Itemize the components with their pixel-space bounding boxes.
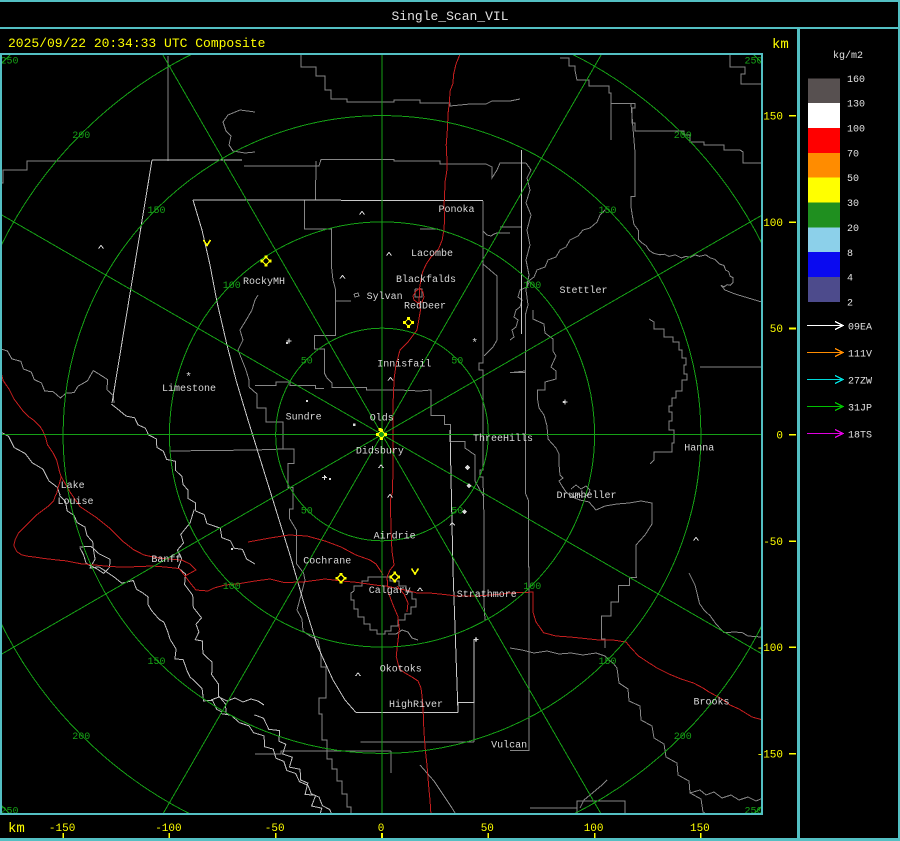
svg-text:200: 200 [72, 131, 90, 142]
svg-text:-150: -150 [757, 749, 783, 761]
svg-text:27ZW: 27ZW [848, 377, 872, 388]
svg-text:31JP: 31JP [848, 404, 872, 415]
svg-text:100: 100 [584, 823, 604, 835]
svg-text:50: 50 [301, 356, 313, 367]
svg-text:ThreeHills: ThreeHills [473, 433, 533, 445]
svg-text:70: 70 [847, 149, 859, 160]
svg-text:Strathmore: Strathmore [457, 589, 517, 601]
svg-text:100: 100 [523, 582, 541, 593]
svg-text:Stettler: Stettler [560, 285, 608, 297]
svg-text:Banff: Banff [151, 554, 181, 566]
svg-text:4: 4 [847, 274, 853, 285]
svg-text:-50: -50 [265, 823, 285, 835]
svg-text:200: 200 [674, 732, 692, 743]
svg-text:Drumheller: Drumheller [557, 490, 617, 502]
svg-text:Sylvan: Sylvan [367, 291, 403, 303]
svg-text:50: 50 [481, 823, 494, 835]
svg-text:-50: -50 [763, 537, 783, 549]
svg-text:Louise: Louise [58, 496, 94, 508]
svg-text:150: 150 [147, 206, 165, 217]
svg-text:100: 100 [847, 125, 865, 136]
svg-text:Blackfalds: Blackfalds [396, 274, 456, 286]
svg-text:Ponoka: Ponoka [439, 204, 475, 216]
svg-text:150: 150 [690, 823, 710, 835]
svg-text:50: 50 [847, 174, 859, 185]
svg-text:Lacombe: Lacombe [411, 248, 453, 260]
svg-text:30: 30 [847, 199, 859, 210]
svg-text:50: 50 [451, 507, 463, 518]
svg-text:Vulcan: Vulcan [491, 740, 527, 752]
svg-text:200: 200 [72, 732, 90, 743]
svg-text:-100: -100 [155, 823, 181, 835]
svg-text:-100: -100 [757, 643, 783, 655]
svg-text:Single_Scan_VIL: Single_Scan_VIL [391, 9, 508, 24]
svg-text:*: * [471, 338, 478, 350]
svg-text:Cochrane: Cochrane [303, 556, 351, 568]
svg-text:160: 160 [847, 75, 865, 86]
svg-text:Innisfail: Innisfail [377, 359, 431, 371]
svg-text:Limestone: Limestone [162, 383, 216, 395]
svg-text:HighRiver: HighRiver [389, 699, 443, 711]
svg-text:100: 100 [223, 281, 241, 292]
svg-text:RockyMH: RockyMH [243, 276, 285, 288]
svg-text:Lake: Lake [61, 480, 85, 492]
svg-text:100: 100 [223, 582, 241, 593]
svg-text:50: 50 [301, 507, 313, 518]
svg-text:150: 150 [598, 206, 616, 217]
svg-text:kg/m2: kg/m2 [833, 50, 863, 62]
svg-text:8: 8 [847, 249, 853, 260]
svg-text:250: 250 [744, 57, 762, 68]
svg-text:0: 0 [776, 431, 783, 443]
svg-text:km: km [8, 821, 25, 837]
svg-text:20: 20 [847, 224, 859, 235]
svg-text:Sundre: Sundre [286, 412, 322, 424]
svg-text:130: 130 [847, 100, 865, 111]
svg-text:111V: 111V [848, 350, 872, 361]
svg-text:-150: -150 [49, 823, 75, 835]
svg-text:km: km [772, 37, 789, 53]
svg-text:150: 150 [147, 657, 165, 668]
svg-text:*: * [185, 372, 192, 384]
svg-text:200: 200 [674, 131, 692, 142]
svg-text:RedDeer: RedDeer [404, 301, 446, 313]
svg-text:Olds: Olds [370, 413, 394, 425]
svg-text:50: 50 [770, 324, 783, 336]
svg-text:Hanna: Hanna [684, 444, 714, 455]
svg-text:2025/09/22 20:34:33 UTC Compos: 2025/09/22 20:34:33 UTC Composite [8, 36, 265, 51]
svg-text:Didsbury: Didsbury [356, 446, 404, 458]
svg-text:Okotoks: Okotoks [380, 664, 422, 676]
svg-text:Airdrie: Airdrie [374, 531, 416, 543]
svg-text:2: 2 [847, 298, 853, 309]
svg-text:100: 100 [523, 281, 541, 292]
svg-text:100: 100 [763, 218, 783, 230]
svg-text:50: 50 [451, 356, 463, 367]
svg-text:250: 250 [1, 57, 19, 68]
svg-text:150: 150 [598, 657, 616, 668]
svg-text:150: 150 [763, 112, 783, 124]
svg-text:18TS: 18TS [848, 431, 872, 442]
svg-text:09EA: 09EA [848, 323, 872, 334]
svg-text:Brooks: Brooks [694, 697, 730, 709]
svg-text:0: 0 [378, 823, 385, 835]
svg-text:Calgary: Calgary [369, 585, 411, 597]
